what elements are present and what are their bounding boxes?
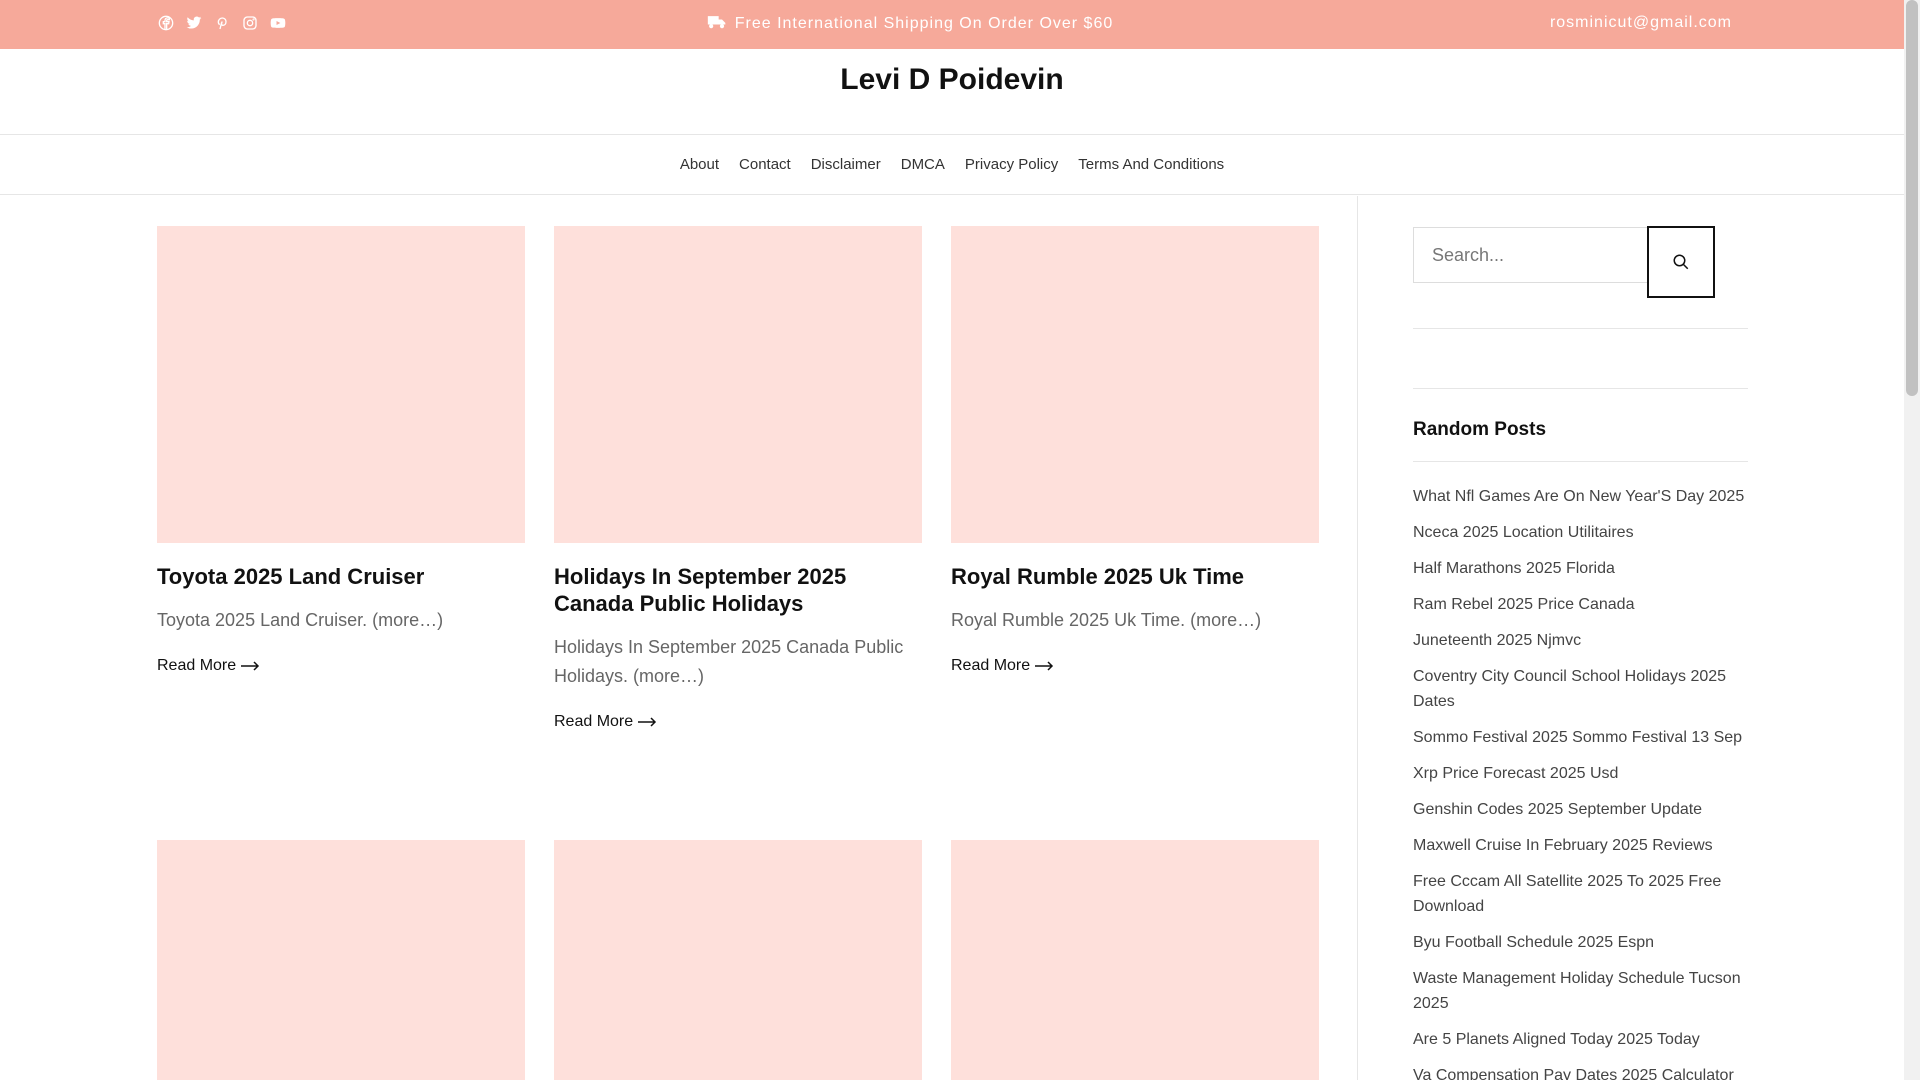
post-thumbnail[interactable]	[554, 226, 922, 543]
arrow-right-icon	[638, 717, 657, 727]
contact-email-link[interactable]: rosminicut@gmail.com	[1550, 14, 1732, 32]
random-post-link[interactable]: Maxwell Cruise In February 2025 Reviews	[1413, 833, 1748, 858]
arrow-right-icon	[1035, 661, 1054, 671]
arrow-right-icon	[241, 661, 260, 671]
post-thumbnail[interactable]	[554, 840, 922, 1080]
search-button[interactable]	[1647, 226, 1715, 298]
post-title[interactable]: Royal Rumble 2025 Uk Time	[951, 563, 1319, 590]
post-thumbnail[interactable]	[157, 226, 525, 543]
post-excerpt: Toyota 2025 Land Cruiser. (more…)	[157, 610, 444, 630]
nav-item-privacy-policy[interactable]: Privacy Policy	[965, 156, 1058, 173]
post-card: Royal Rumble 2025 Uk Time Royal Rumble 2…	[951, 226, 1319, 675]
truck-icon	[707, 16, 726, 29]
nav-item-contact[interactable]: Contact	[739, 156, 791, 173]
post-thumbnail[interactable]	[157, 840, 525, 1080]
search-form	[1413, 226, 1715, 298]
promo-text: Free International Shipping On Order Ove…	[734, 15, 1114, 32]
read-more-label: Read More	[157, 657, 237, 674]
random-post-link[interactable]: Byu Football Schedule 2025 Espn	[1413, 930, 1748, 955]
random-post-link[interactable]: Xrp Price Forecast 2025 Usd	[1413, 761, 1748, 786]
random-post-link[interactable]: Waste Management Holiday Schedule Tucson…	[1413, 966, 1748, 1016]
post-title[interactable]: Holidays In September 2025 Canada Public…	[554, 563, 922, 617]
post-card	[951, 840, 1319, 1080]
post-thumbnail[interactable]	[951, 226, 1319, 543]
random-post-link[interactable]: Nceca 2025 Location Utilitaires	[1413, 520, 1748, 545]
read-more-label: Read More	[951, 657, 1031, 674]
random-post-link[interactable]: What Nfl Games Are On New Year'S Day 202…	[1413, 484, 1748, 509]
nav-item-disclaimer[interactable]: Disclaimer	[811, 156, 881, 173]
random-post-link[interactable]: Va Compensation Pay Dates 2025 Calculato…	[1413, 1063, 1748, 1080]
read-more-link[interactable]: Read More	[554, 713, 657, 731]
post-card	[157, 840, 525, 1080]
shipping-promo: Free International Shipping On Order Ove…	[0, 14, 1820, 33]
random-post-link[interactable]: Are 5 Planets Aligned Today 2025 Today	[1413, 1027, 1748, 1052]
random-posts-title: Random Posts	[1413, 419, 1547, 440]
sidebar-divider	[1357, 196, 1358, 1080]
random-post-link[interactable]: Free Cccam All Satellite 2025 To 2025 Fr…	[1413, 869, 1748, 919]
random-post-link[interactable]: Juneteenth 2025 Njmvc	[1413, 628, 1748, 653]
read-more-link[interactable]: Read More	[951, 657, 1054, 675]
nav-item-dmca[interactable]: DMCA	[901, 156, 945, 173]
nav-item-about[interactable]: About	[680, 156, 719, 173]
page-scrollbar[interactable]	[1904, 0, 1920, 1080]
random-post-link[interactable]: Sommo Festival 2025 Sommo Festival 13 Se…	[1413, 725, 1748, 750]
search-input[interactable]	[1413, 227, 1647, 283]
post-excerpt: Royal Rumble 2025 Uk Time. (more…)	[951, 610, 1262, 630]
scrollbar-thumb[interactable]	[1906, 0, 1918, 396]
post-title[interactable]: Toyota 2025 Land Cruiser	[157, 563, 525, 590]
post-card: Holidays In September 2025 Canada Public…	[554, 226, 922, 731]
sidebar-separator	[1413, 388, 1748, 389]
sidebar-separator	[1413, 461, 1748, 462]
site-title[interactable]: Levi D Poidevin	[0, 63, 1904, 97]
nav-item-terms[interactable]: Terms And Conditions	[1078, 156, 1224, 173]
random-post-link[interactable]: Half Marathons 2025 Florida	[1413, 556, 1748, 581]
random-post-link[interactable]: Genshin Codes 2025 September Update	[1413, 797, 1748, 822]
top-bar: Free International Shipping On Order Ove…	[0, 0, 1904, 49]
random-post-link[interactable]: Coventry City Council School Holidays 20…	[1413, 664, 1748, 714]
read-more-label: Read More	[554, 713, 634, 730]
sidebar-separator	[1413, 328, 1748, 329]
random-posts-list: What Nfl Games Are On New Year'S Day 202…	[1413, 484, 1748, 1080]
search-icon	[1673, 254, 1689, 270]
post-card: Toyota 2025 Land Cruiser Toyota 2025 Lan…	[157, 226, 525, 675]
post-excerpt: Holidays In September 2025 Canada Public…	[554, 637, 904, 686]
random-post-link[interactable]: Ram Rebel 2025 Price Canada	[1413, 592, 1748, 617]
read-more-link[interactable]: Read More	[157, 657, 260, 675]
post-thumbnail[interactable]	[951, 840, 1319, 1080]
site-header: Levi D Poidevin	[0, 49, 1904, 135]
main-navigation: About Contact Disclaimer DMCA Privacy Po…	[0, 135, 1904, 195]
post-card	[554, 840, 922, 1080]
